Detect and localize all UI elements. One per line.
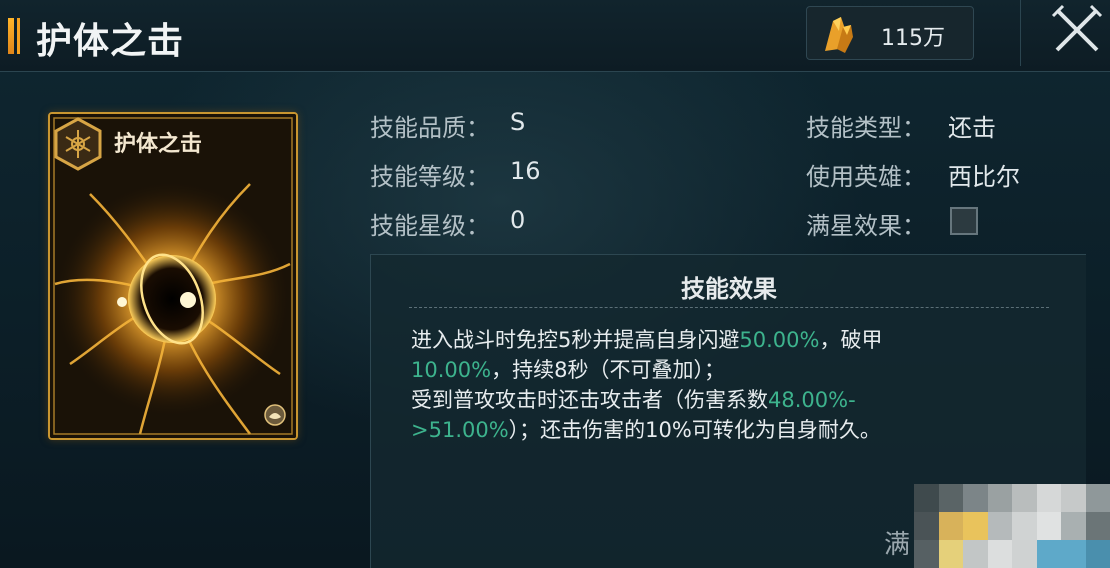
effect-text: 受到普攻攻击时还击攻击者（伤害系数 (411, 388, 768, 412)
full-star-partial-label: 满 (884, 530, 911, 560)
effect-value-highlight: 10.00% (411, 358, 492, 382)
hexagon-emblem-icon (54, 117, 102, 171)
stat-value-hero: 西比尔 (948, 163, 1020, 191)
effect-title: 技能效果 (681, 275, 777, 303)
stat-label-full-star: 满星效果： (806, 212, 926, 240)
stat-value-quality: S (510, 108, 526, 136)
title-accent-bar (8, 18, 20, 54)
effect-line-2: 10.00%，持续8秒（不可叠加）； (411, 355, 1011, 385)
effect-text: ）；还击伤害的10%可转化为自身耐久。 (508, 418, 881, 442)
crossed-swords-close-icon (1051, 4, 1103, 52)
stat-label-hero: 使用英雄： (806, 163, 926, 191)
effect-text: ，持续8秒（不可叠加）； (491, 358, 725, 382)
effect-line-4: >51.00%）；还击伤害的10%可转化为自身耐久。 (411, 415, 1011, 445)
skill-card: 护体之击 (48, 112, 298, 440)
page-title: 护体之击 (36, 20, 185, 62)
full-star-checkbox[interactable] (950, 207, 978, 235)
effect-value-highlight: >51.00% (411, 418, 509, 442)
card-skill-name: 护体之击 (114, 131, 203, 157)
effect-value-highlight: 48.00%- (768, 388, 856, 412)
top-bar: 护体之击 115万 (0, 0, 1110, 72)
close-button[interactable] (1020, 0, 1110, 66)
currency-amount: 115万 (881, 26, 945, 51)
stat-label-quality: 技能品质： (370, 114, 490, 142)
effect-value-highlight: 50.00% (739, 328, 820, 352)
pixelated-watermark (914, 484, 1110, 568)
currency-display[interactable]: 115万 (806, 6, 974, 60)
hero-portrait-icon (264, 404, 286, 426)
effect-line-1: 进入战斗时免控5秒并提高自身闪避50.00%，破甲 (411, 325, 1011, 355)
gold-crystal-icon (825, 17, 853, 53)
effect-text: 进入战斗时免控5秒并提高自身闪避 (411, 328, 740, 352)
stat-label-star: 技能星级： (370, 212, 490, 240)
effect-description: 进入战斗时免控5秒并提高自身闪避50.00%，破甲 10.00%，持续8秒（不可… (411, 325, 1011, 445)
effect-line-3: 受到普攻攻击时还击攻击者（伤害系数48.00%- (411, 385, 1011, 415)
stat-value-type: 还击 (948, 114, 996, 142)
effect-divider (409, 307, 1049, 308)
stat-label-type: 技能类型： (806, 114, 926, 142)
stat-value-level: 16 (510, 157, 541, 185)
stat-value-star: 0 (510, 206, 526, 234)
stat-label-level: 技能等级： (370, 163, 490, 191)
effect-text: ，破甲 (819, 328, 883, 352)
